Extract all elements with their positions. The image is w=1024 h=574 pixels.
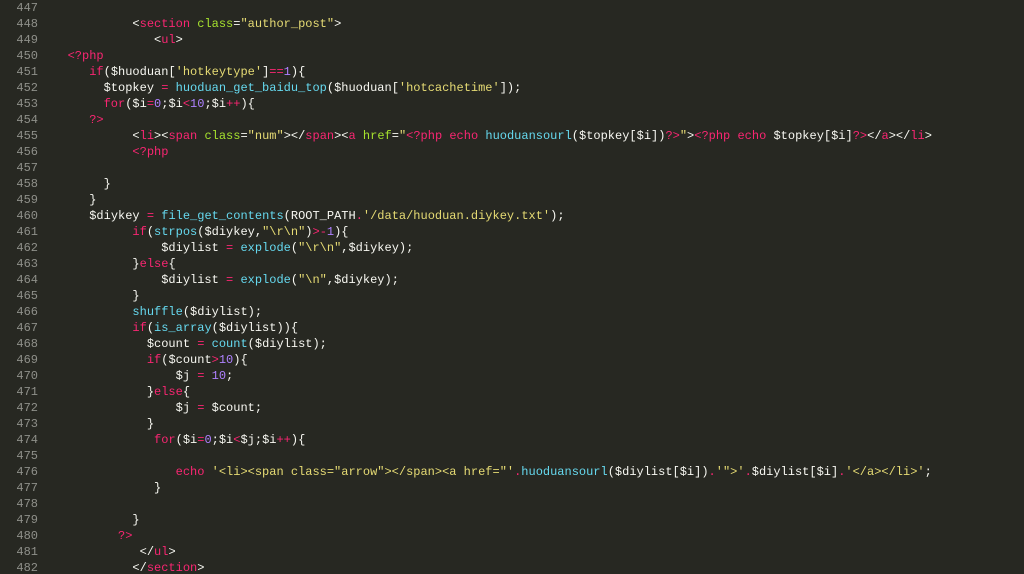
line-number: 451 xyxy=(6,64,38,80)
line-number-gutter: 4474484494504514524534544554564574584594… xyxy=(0,0,46,574)
line-number: 481 xyxy=(6,544,38,560)
code-line[interactable]: for($i=0;$i<10;$i++){ xyxy=(46,96,1024,112)
line-number: 470 xyxy=(6,368,38,384)
line-number: 471 xyxy=(6,384,38,400)
line-number: 449 xyxy=(6,32,38,48)
code-line[interactable]: echo '<li><span class="arrow"></span><a … xyxy=(46,464,1024,480)
code-line[interactable]: $diylist = explode("\r\n",$diykey); xyxy=(46,240,1024,256)
line-number: 477 xyxy=(6,480,38,496)
line-number: 454 xyxy=(6,112,38,128)
line-number: 464 xyxy=(6,272,38,288)
line-number: 475 xyxy=(6,448,38,464)
line-number: 476 xyxy=(6,464,38,480)
code-line[interactable] xyxy=(46,160,1024,176)
code-line[interactable]: if($count>10){ xyxy=(46,352,1024,368)
line-number: 478 xyxy=(6,496,38,512)
code-line[interactable]: <?php xyxy=(46,48,1024,64)
code-line[interactable]: <li><span class="num"></span><a href="<?… xyxy=(46,128,1024,144)
line-number: 452 xyxy=(6,80,38,96)
line-number: 463 xyxy=(6,256,38,272)
line-number: 461 xyxy=(6,224,38,240)
code-line[interactable] xyxy=(46,448,1024,464)
code-line[interactable]: } xyxy=(46,176,1024,192)
code-area[interactable]: <section class="author_post"> <ul> <?php… xyxy=(46,0,1024,574)
line-number: 462 xyxy=(6,240,38,256)
line-number: 465 xyxy=(6,288,38,304)
code-line[interactable]: } xyxy=(46,192,1024,208)
code-line[interactable]: } xyxy=(46,512,1024,528)
line-number: 455 xyxy=(6,128,38,144)
code-line[interactable]: </ul> xyxy=(46,544,1024,560)
code-line[interactable]: <ul> xyxy=(46,32,1024,48)
code-line[interactable]: $diylist = explode("\n",$diykey); xyxy=(46,272,1024,288)
line-number: 468 xyxy=(6,336,38,352)
line-number: 456 xyxy=(6,144,38,160)
line-number: 459 xyxy=(6,192,38,208)
line-number: 466 xyxy=(6,304,38,320)
code-line[interactable]: if(is_array($diylist)){ xyxy=(46,320,1024,336)
line-number: 474 xyxy=(6,432,38,448)
code-line[interactable]: } xyxy=(46,480,1024,496)
line-number: 458 xyxy=(6,176,38,192)
code-line[interactable]: if(strpos($diykey,"\r\n")>-1){ xyxy=(46,224,1024,240)
code-line[interactable]: ?> xyxy=(46,112,1024,128)
code-line[interactable]: }else{ xyxy=(46,256,1024,272)
line-number: 448 xyxy=(6,16,38,32)
line-number: 482 xyxy=(6,560,38,574)
line-number: 447 xyxy=(6,0,38,16)
line-number: 479 xyxy=(6,512,38,528)
line-number: 453 xyxy=(6,96,38,112)
line-number: 469 xyxy=(6,352,38,368)
code-line[interactable]: $diykey = file_get_contents(ROOT_PATH.'/… xyxy=(46,208,1024,224)
code-line[interactable]: for($i=0;$i<$j;$i++){ xyxy=(46,432,1024,448)
code-line[interactable]: } xyxy=(46,416,1024,432)
code-line[interactable]: if($huoduan['hotkeytype']==1){ xyxy=(46,64,1024,80)
line-number: 457 xyxy=(6,160,38,176)
code-line[interactable]: $j = $count; xyxy=(46,400,1024,416)
code-line[interactable]: </section> xyxy=(46,560,1024,574)
code-line[interactable]: <section class="author_post"> xyxy=(46,16,1024,32)
code-line[interactable]: ?> xyxy=(46,528,1024,544)
code-editor[interactable]: 4474484494504514524534544554564574584594… xyxy=(0,0,1024,574)
line-number: 473 xyxy=(6,416,38,432)
code-line[interactable]: shuffle($diylist); xyxy=(46,304,1024,320)
line-number: 472 xyxy=(6,400,38,416)
code-line[interactable]: }else{ xyxy=(46,384,1024,400)
code-line[interactable] xyxy=(46,496,1024,512)
code-line[interactable]: $topkey = huoduan_get_baidu_top($huoduan… xyxy=(46,80,1024,96)
code-line[interactable]: } xyxy=(46,288,1024,304)
code-line[interactable] xyxy=(46,0,1024,16)
code-line[interactable]: <?php xyxy=(46,144,1024,160)
line-number: 450 xyxy=(6,48,38,64)
code-line[interactable]: $count = count($diylist); xyxy=(46,336,1024,352)
line-number: 480 xyxy=(6,528,38,544)
code-line[interactable]: $j = 10; xyxy=(46,368,1024,384)
line-number: 460 xyxy=(6,208,38,224)
line-number: 467 xyxy=(6,320,38,336)
